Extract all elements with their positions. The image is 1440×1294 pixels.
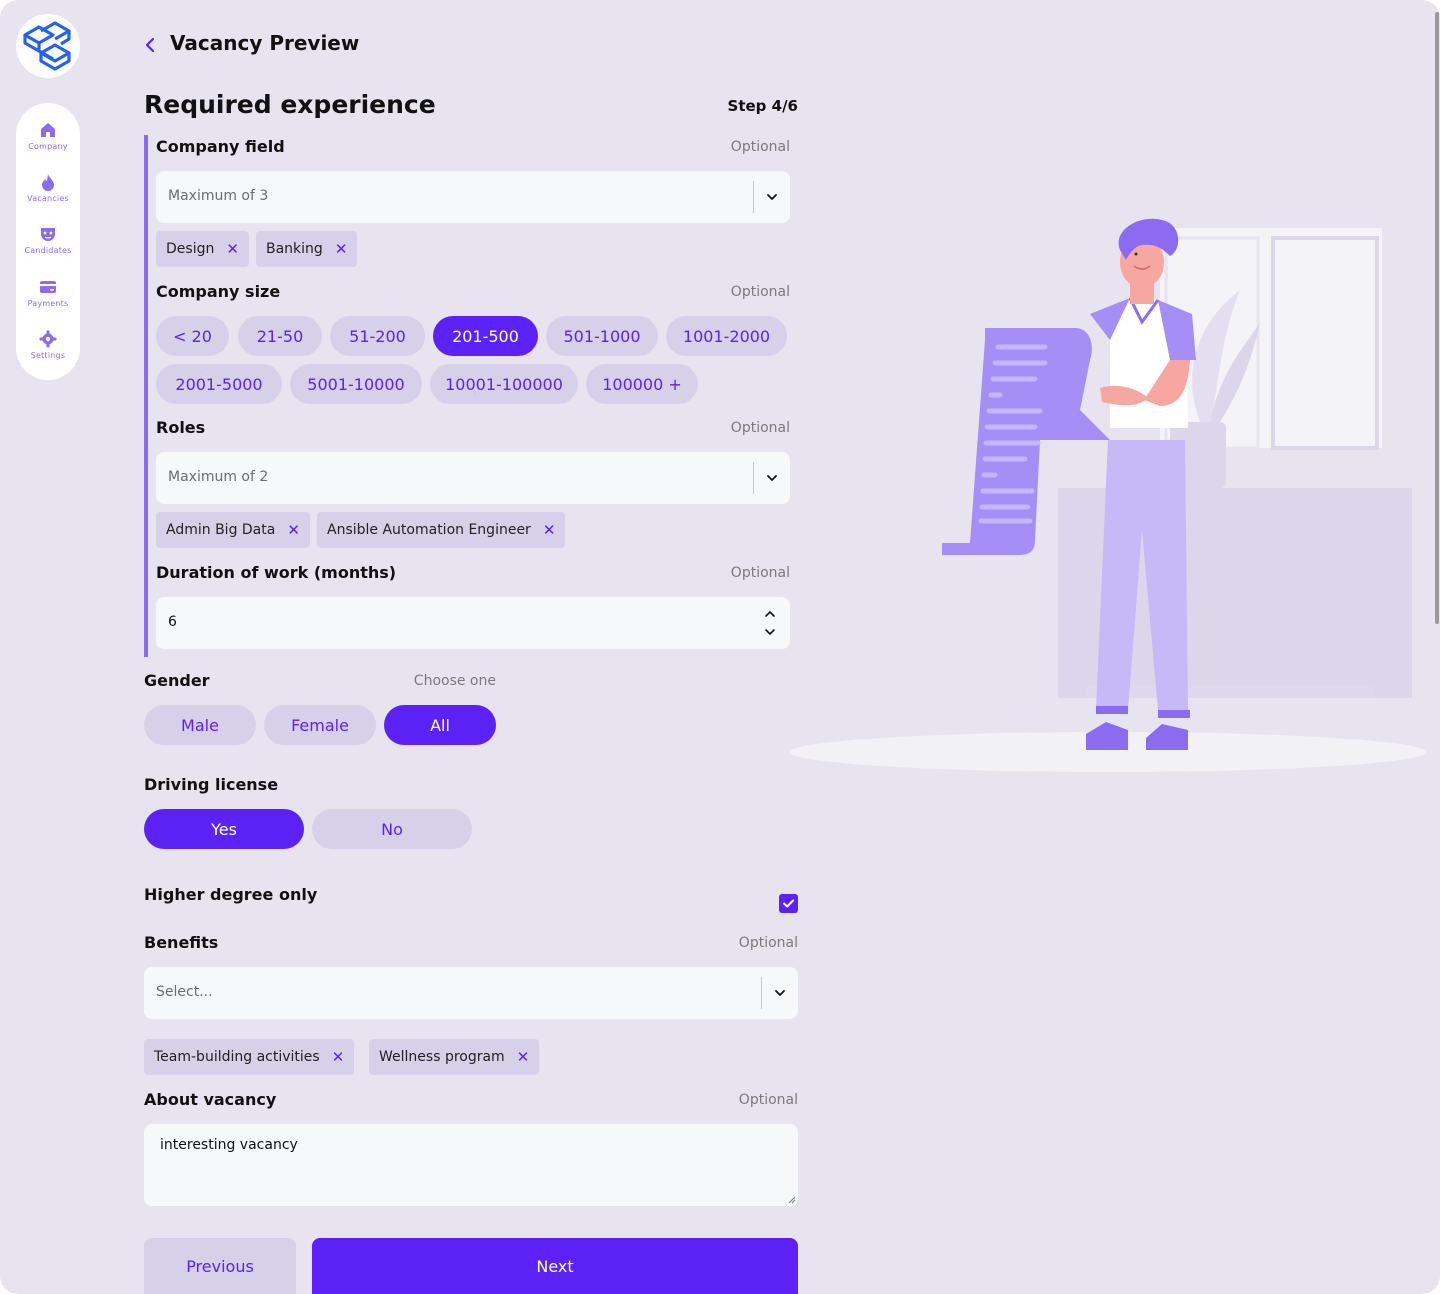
optional-hint: Optional bbox=[738, 935, 798, 951]
remove-tag-icon[interactable]: ✕ bbox=[287, 521, 300, 539]
choose-one-hint: Choose one bbox=[413, 673, 496, 689]
app-frame: Company Vacancies Candidates Payments Se… bbox=[0, 0, 1440, 1294]
person-with-list-illustration bbox=[790, 218, 1426, 772]
gender-option-female[interactable]: Female bbox=[264, 705, 376, 745]
nav-item-payments[interactable]: Payments bbox=[16, 278, 80, 308]
gender-option-all[interactable]: All bbox=[384, 705, 496, 745]
duration-label: Duration of work (months) bbox=[156, 563, 397, 582]
nav-item-company[interactable]: Company bbox=[16, 121, 80, 151]
company-field-tag: Banking ✕ bbox=[256, 231, 358, 267]
duration-input[interactable]: 6 bbox=[156, 597, 790, 649]
roles-select[interactable]: Maximum of 2 bbox=[156, 452, 790, 504]
home-icon bbox=[41, 123, 55, 137]
nav-label: Vacancies bbox=[27, 194, 69, 203]
tag-label: Wellness program bbox=[379, 1049, 505, 1065]
size-option[interactable]: 5001-10000 bbox=[290, 364, 422, 404]
nav-item-candidates[interactable]: Candidates bbox=[16, 225, 80, 255]
company-field-label: Company field bbox=[156, 137, 285, 156]
back-arrow-icon[interactable] bbox=[141, 34, 161, 56]
benefit-tag: Wellness program ✕ bbox=[369, 1039, 540, 1075]
duration-value: 6 bbox=[168, 614, 177, 630]
size-option[interactable]: 1001-2000 bbox=[666, 316, 787, 356]
benefits-select[interactable]: Select... bbox=[144, 967, 798, 1019]
tag-label: Team-building activities bbox=[154, 1049, 320, 1065]
side-nav: Company Vacancies Candidates Payments Se… bbox=[16, 103, 80, 380]
gender-option-male[interactable]: Male bbox=[144, 705, 256, 745]
about-vacancy-textarea[interactable]: interesting vacancy bbox=[144, 1124, 798, 1206]
nav-label: Company bbox=[28, 142, 68, 151]
company-size-label: Company size bbox=[156, 282, 281, 301]
tag-label: Admin Big Data bbox=[166, 522, 276, 538]
stepper-arrows-icon[interactable] bbox=[764, 607, 776, 639]
about-vacancy-label: About vacancy bbox=[144, 1090, 277, 1109]
section-accent-bar bbox=[144, 135, 148, 657]
driving-license-label: Driving license bbox=[144, 775, 279, 794]
select-placeholder: Maximum of 2 bbox=[168, 469, 269, 485]
remove-tag-icon[interactable]: ✕ bbox=[517, 1048, 530, 1066]
size-option[interactable]: 501-1000 bbox=[546, 316, 658, 356]
checkmark-icon bbox=[783, 899, 794, 908]
select-placeholder: Select... bbox=[156, 984, 213, 1000]
select-separator bbox=[753, 462, 754, 494]
remove-tag-icon[interactable]: ✕ bbox=[226, 240, 239, 258]
card-icon bbox=[40, 281, 56, 293]
role-tag: Ansible Automation Engineer ✕ bbox=[317, 512, 566, 548]
scrollbar-thumb[interactable] bbox=[1435, 12, 1439, 624]
select-placeholder: Maximum of 3 bbox=[168, 188, 269, 204]
size-option[interactable]: < 20 bbox=[156, 316, 229, 356]
tag-label: Ansible Automation Engineer bbox=[327, 522, 531, 538]
optional-hint: Optional bbox=[730, 284, 790, 300]
optional-hint: Optional bbox=[730, 139, 790, 155]
size-option[interactable]: 10001-100000 bbox=[430, 364, 578, 404]
logo-icon bbox=[23, 21, 71, 71]
about-vacancy-value: interesting vacancy bbox=[160, 1137, 298, 1153]
chevron-down-icon[interactable] bbox=[766, 191, 778, 203]
optional-hint: Optional bbox=[730, 565, 790, 581]
gender-label: Gender bbox=[144, 671, 210, 690]
size-option-selected[interactable]: 201-500 bbox=[433, 316, 538, 356]
select-separator bbox=[753, 181, 754, 213]
nav-label: Payments bbox=[27, 299, 69, 308]
nav-label: Candidates bbox=[24, 246, 72, 255]
optional-hint: Optional bbox=[738, 1092, 798, 1108]
scrollbar[interactable] bbox=[1434, 0, 1440, 1294]
benefits-label: Benefits bbox=[144, 933, 219, 952]
chevron-down-icon[interactable] bbox=[766, 472, 778, 484]
higher-degree-checkbox[interactable] bbox=[779, 894, 798, 913]
size-option[interactable]: 100000 + bbox=[586, 364, 698, 404]
previous-button[interactable]: Previous bbox=[144, 1238, 296, 1294]
step-indicator: Step 4/6 bbox=[727, 97, 798, 115]
tag-label: Design bbox=[166, 241, 215, 257]
roles-label: Roles bbox=[156, 418, 206, 437]
company-field-select[interactable]: Maximum of 3 bbox=[156, 171, 790, 223]
higher-degree-label: Higher degree only bbox=[144, 885, 318, 904]
next-button[interactable]: Next bbox=[312, 1238, 798, 1294]
remove-tag-icon[interactable]: ✕ bbox=[335, 240, 348, 258]
mask-icon bbox=[41, 228, 55, 241]
page-title: Vacancy Preview bbox=[170, 31, 360, 55]
gear-icon bbox=[39, 330, 57, 348]
size-option[interactable]: 21-50 bbox=[238, 316, 322, 356]
company-field-tag: Design ✕ bbox=[156, 231, 249, 267]
section-title: Required experience bbox=[144, 90, 436, 119]
size-option[interactable]: 51-200 bbox=[330, 316, 425, 356]
select-separator bbox=[761, 977, 762, 1009]
fire-icon bbox=[42, 174, 54, 191]
nav-item-settings[interactable]: Settings bbox=[16, 330, 80, 360]
nav-label: Settings bbox=[30, 351, 66, 360]
resize-grip-icon[interactable] bbox=[788, 1196, 796, 1204]
nav-item-vacancies[interactable]: Vacancies bbox=[16, 173, 80, 203]
remove-tag-icon[interactable]: ✕ bbox=[332, 1048, 345, 1066]
remove-tag-icon[interactable]: ✕ bbox=[543, 521, 556, 539]
role-tag: Admin Big Data ✕ bbox=[156, 512, 310, 548]
logo[interactable] bbox=[16, 14, 80, 78]
tag-label: Banking bbox=[266, 241, 323, 257]
chevron-down-icon[interactable] bbox=[774, 987, 786, 999]
driving-option-no[interactable]: No bbox=[312, 809, 472, 849]
optional-hint: Optional bbox=[730, 420, 790, 436]
benefit-tag: Team-building activities ✕ bbox=[144, 1039, 355, 1075]
size-option[interactable]: 2001-5000 bbox=[156, 364, 282, 404]
driving-option-yes[interactable]: Yes bbox=[144, 809, 304, 849]
